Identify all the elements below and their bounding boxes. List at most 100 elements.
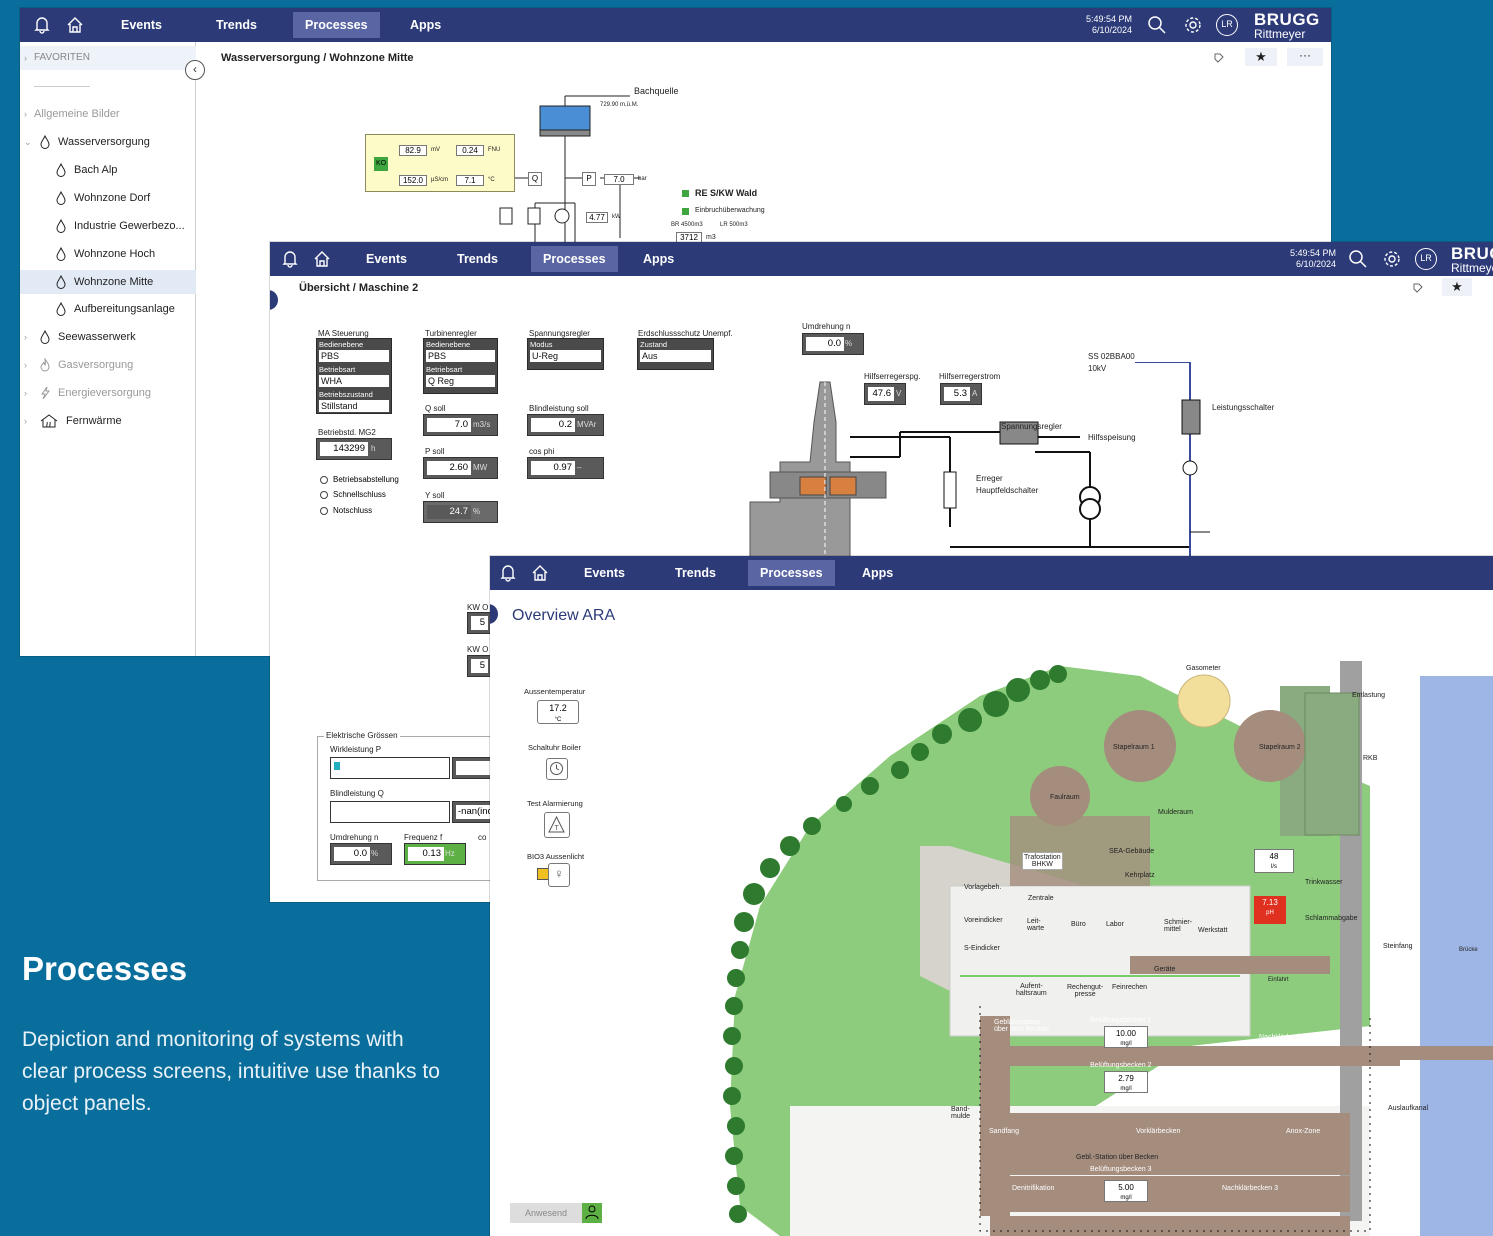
sidebar-favorites[interactable]: › FAVORITEN — [20, 46, 196, 70]
search-icon[interactable] — [1147, 15, 1167, 35]
sidebar-item-wohnzone-dorf[interactable]: Wohnzone Dorf — [20, 186, 150, 210]
nav-trends[interactable]: Trends — [457, 242, 498, 276]
kw-value-2[interactable]: 5 — [467, 655, 491, 677]
leistungsschalter-symbol[interactable] — [1181, 399, 1201, 435]
cos-phi-value[interactable]: 0.97 – — [527, 457, 604, 479]
nav-apps[interactable]: Apps — [862, 556, 893, 590]
nav-processes[interactable]: Processes — [531, 246, 618, 272]
alarm-test-widget[interactable]: T — [544, 812, 570, 838]
sidebar-item-label: Allgemeine Bilder — [34, 108, 120, 120]
bell-icon[interactable] — [280, 249, 300, 269]
valve-1[interactable] — [499, 207, 513, 225]
sidebar-item-bach-alp[interactable]: Bach Alp — [20, 158, 117, 182]
nav-apps[interactable]: Apps — [410, 8, 441, 42]
nav-processes[interactable]: Processes — [748, 560, 835, 586]
blind-soll-value[interactable]: 0.2 MVAr — [527, 414, 604, 436]
belueftung3-value[interactable]: 5.00 mg/l — [1104, 1180, 1148, 1202]
kw-value-1[interactable]: 5 — [467, 612, 491, 634]
more-button[interactable]: ··· — [1287, 48, 1323, 66]
user-avatar[interactable]: LR — [1216, 14, 1238, 36]
sidebar-item-industrie[interactable]: Industrie Gewerbezo... — [20, 214, 185, 238]
chevron-right-icon: › — [24, 332, 27, 342]
nav-trends[interactable]: Trends — [216, 8, 257, 42]
breadcrumb-item[interactable]: Übersicht — [299, 282, 350, 294]
blind-bar — [330, 801, 450, 823]
p-soll-value[interactable]: 2.60 MW — [423, 457, 498, 479]
sidebar-item-wasserversorgung[interactable]: ⌄ Wasserversorgung — [20, 130, 150, 154]
radio-notschluss[interactable]: Notschluss — [320, 506, 372, 515]
sidebar-expand-tab[interactable] — [270, 290, 278, 310]
pressure-meter-p[interactable]: P — [582, 172, 596, 186]
sidebar-item-label: Energieversorgung — [58, 387, 151, 399]
bell-icon[interactable] — [32, 15, 52, 35]
radio-schnellschluss[interactable]: Schnellschluss — [320, 490, 386, 499]
sensor-panel[interactable]: KO 82.9 mV 0.24 FNU 152.0 µS/cm 7.1 °C — [365, 134, 515, 192]
search-icon[interactable] — [1348, 249, 1368, 269]
sidebar-item-wohnzone-mitte[interactable]: Wohnzone Mitte — [20, 270, 196, 294]
sidebar-item-gasversorgung[interactable]: › Gasversorgung — [20, 353, 133, 377]
sidebar-collapse-button[interactable]: ‹ — [185, 60, 205, 80]
q-soll-value[interactable]: 7.0 m3/s — [423, 414, 498, 436]
co-label: co — [478, 833, 487, 842]
sensor-temperature: 7.1 — [456, 175, 484, 186]
erreger-switch[interactable] — [943, 471, 957, 509]
value-text: 5 — [471, 616, 488, 630]
belueftung2-value[interactable]: 2.79 mg/l — [1104, 1071, 1148, 1093]
legend-green-1 — [682, 190, 689, 197]
nav-processes[interactable]: Processes — [293, 12, 380, 38]
sidebar-item-aufbereitung[interactable]: Aufbereitungsanlage — [20, 297, 175, 321]
spannungsregler-panel[interactable]: Modus U-Reg — [527, 338, 604, 370]
favorite-button[interactable]: ★ — [1245, 48, 1277, 66]
nav-events[interactable]: Events — [366, 242, 407, 276]
nav-trends[interactable]: Trends — [675, 556, 716, 590]
umdrehung-value[interactable]: 0.0 % — [802, 333, 864, 355]
flow-value-box[interactable]: 48 l/s — [1254, 849, 1294, 873]
tag-icon[interactable] — [1213, 52, 1225, 64]
breadcrumb-item[interactable]: Maschine 2 — [359, 282, 418, 294]
home-icon[interactable] — [65, 15, 85, 35]
boiler-clock-widget[interactable] — [546, 758, 568, 780]
value-text: 5.00 — [1118, 1183, 1134, 1192]
sidebar-expand-tab[interactable] — [490, 604, 498, 624]
y-soll-value[interactable]: 24.7 % — [423, 501, 498, 523]
breadcrumb-item[interactable]: Wasserversorgung — [221, 52, 320, 64]
belueftung1-value[interactable]: 10.00 mg/l — [1104, 1026, 1148, 1048]
pump-icon[interactable] — [554, 208, 570, 224]
home-icon[interactable] — [312, 249, 332, 269]
anwesend-button[interactable]: Anwesend — [510, 1203, 582, 1223]
ss-line2: 10kV — [1088, 364, 1107, 373]
flow-meter-q[interactable]: Q — [528, 172, 542, 186]
person-icon[interactable] — [582, 1203, 602, 1223]
gear-icon[interactable] — [1183, 15, 1203, 35]
turbinenregler-panel[interactable]: Bedienebene PBS Betriebsart Q Reg — [423, 338, 498, 394]
tag-icon[interactable] — [1412, 282, 1424, 294]
breadcrumb-item[interactable]: Wohnzone Mitte — [329, 52, 413, 64]
valve-2[interactable] — [527, 207, 541, 225]
user-avatar[interactable]: LR — [1415, 248, 1437, 270]
favorite-button[interactable]: ★ — [1442, 278, 1472, 296]
sidebar-item-allgemeine[interactable]: › Allgemeine Bilder — [20, 102, 120, 126]
ph-alarm-box[interactable]: 7.13 pH — [1254, 896, 1286, 924]
bio-light-widget[interactable]: ♀ — [537, 863, 571, 887]
sidebar-item-seewasserwerk[interactable]: › Seewasserwerk — [20, 325, 136, 349]
freq-value[interactable]: 0.13 Hz — [404, 843, 466, 865]
aussen-temperature-widget[interactable]: 17.2 °C — [537, 700, 579, 724]
reservoir-tank[interactable] — [539, 105, 591, 131]
betriebsstd-value[interactable]: 143299 h — [316, 438, 392, 460]
home-icon[interactable] — [530, 563, 550, 583]
nav-apps[interactable]: Apps — [643, 242, 674, 276]
nav-events[interactable]: Events — [121, 8, 162, 42]
label-vorklaerbecken: Vorklärbecken — [1136, 1128, 1181, 1135]
gasometer-tank[interactable] — [1177, 674, 1231, 728]
gear-icon[interactable] — [1382, 249, 1402, 269]
label-faulraum: Faulraum — [1050, 794, 1080, 801]
sidebar-item-energieversorgung[interactable]: › Energieversorgung — [20, 381, 151, 405]
sidebar-item-wohnzone-hoch[interactable]: Wohnzone Hoch — [20, 242, 155, 266]
ma-steuerung-panel[interactable]: Bedienebene PBS Betriebsart WHA Betriebszu… — [316, 338, 392, 414]
radio-betriebsabstellung[interactable]: Betriebsabstellung — [320, 475, 399, 484]
sidebar-item-fernwaerme[interactable]: › Fernwärme — [20, 409, 122, 433]
umdr-value[interactable]: 0.0% — [330, 843, 392, 865]
bell-icon[interactable] — [498, 563, 518, 583]
lightning-icon — [41, 386, 50, 400]
nav-events[interactable]: Events — [584, 556, 625, 590]
